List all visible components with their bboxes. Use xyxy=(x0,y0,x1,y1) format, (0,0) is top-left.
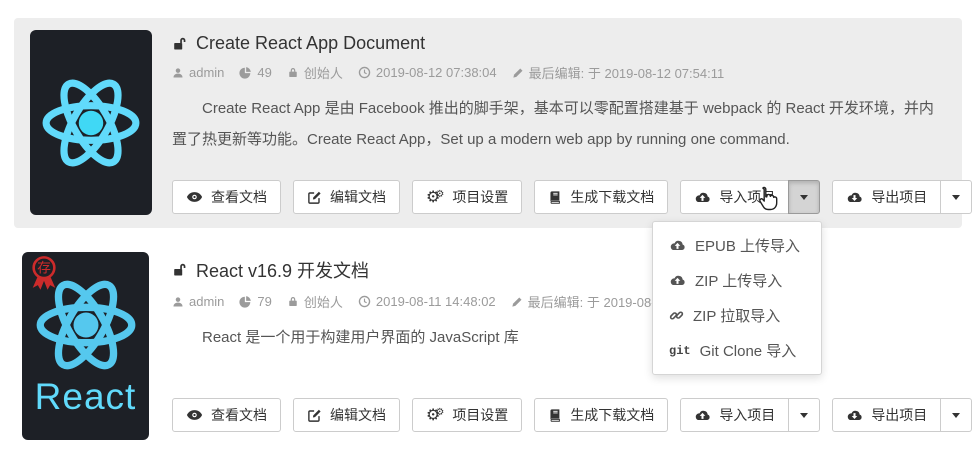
meta-views: 79 xyxy=(239,294,272,309)
edit-square-icon xyxy=(307,190,322,205)
react-logo-icon xyxy=(40,77,142,169)
project-cover[interactable]: 存 React xyxy=(22,252,149,440)
clock-icon xyxy=(358,295,371,308)
cloud-download-icon xyxy=(846,191,863,204)
book-icon xyxy=(548,408,562,423)
project-cover[interactable] xyxy=(30,30,152,215)
meta-author: admin xyxy=(172,65,224,80)
view-doc-button[interactable]: 查看文档 xyxy=(172,398,281,432)
gears-icon: ⚙ ⚙ xyxy=(426,187,445,206)
generate-download-button[interactable]: 生成下载文档 xyxy=(534,180,669,214)
project-actions: 查看文档 编辑文档 ⚙ ⚙ 项目设置 生成下载文档 导入项目 导出项目 xyxy=(172,398,973,432)
caret-down-icon xyxy=(952,194,961,200)
git-icon: git xyxy=(669,343,691,358)
project-actions: 查看文档 编辑文档 ⚙ ⚙ 项目设置 生成下载文档 导入项目 导出项目 xyxy=(172,180,973,214)
export-button-group: 导出项目 xyxy=(832,398,973,432)
cover-title-text: React xyxy=(34,375,137,417)
edit-doc-button[interactable]: 编辑文档 xyxy=(293,398,400,432)
import-project-button[interactable]: 导入项目 xyxy=(680,180,790,214)
caret-down-icon xyxy=(800,194,809,200)
cloud-upload-icon xyxy=(669,239,686,252)
cloud-upload-icon xyxy=(694,409,711,422)
import-button-group: 导入项目 xyxy=(680,398,821,432)
svg-text:存: 存 xyxy=(37,261,51,276)
export-project-button[interactable]: 导出项目 xyxy=(832,398,942,432)
import-dropdown-menu: EPUB 上传导入 ZIP 上传导入 ZIP 拉取导入 git Git Clon… xyxy=(652,221,822,375)
cloud-upload-icon xyxy=(669,274,686,287)
caret-down-icon xyxy=(952,412,961,418)
menu-item-zip-pull[interactable]: ZIP 拉取导入 xyxy=(653,298,821,333)
generate-download-button[interactable]: 生成下载文档 xyxy=(534,398,669,432)
view-doc-button[interactable]: 查看文档 xyxy=(172,180,281,214)
unlock-icon xyxy=(172,262,188,278)
project-meta: admin 49 创始人 2019-08-12 07:38:04 最后编辑: 于… xyxy=(172,63,942,82)
import-button-group: 导入项目 xyxy=(680,180,821,214)
meta-role: 创始人 xyxy=(287,63,343,82)
pie-chart-icon xyxy=(239,66,252,79)
export-project-button[interactable]: 导出项目 xyxy=(832,180,942,214)
meta-role: 创始人 xyxy=(287,292,343,311)
unlock-icon xyxy=(172,36,188,52)
project-settings-button[interactable]: ⚙ ⚙ 项目设置 xyxy=(412,180,523,214)
meta-created: 2019-08-12 07:38:04 xyxy=(358,65,497,80)
clock-icon xyxy=(358,66,371,79)
menu-item-git-clone[interactable]: git Git Clone 导入 xyxy=(653,333,821,368)
project-info: Create React App Document admin 49 创始人 2… xyxy=(172,33,942,155)
project-title[interactable]: Create React App Document xyxy=(196,33,425,54)
eye-icon xyxy=(186,409,203,421)
export-dropdown-toggle[interactable] xyxy=(940,398,973,432)
caret-down-icon xyxy=(800,412,809,418)
ribbon-badge-icon: 存 xyxy=(24,254,64,296)
book-icon xyxy=(548,190,562,205)
project-title[interactable]: React v16.9 开发文档 xyxy=(196,257,369,283)
project-settings-button[interactable]: ⚙ ⚙ 项目设置 xyxy=(412,398,523,432)
pencil-icon xyxy=(511,296,523,308)
user-icon xyxy=(172,296,184,308)
link-icon xyxy=(669,308,684,323)
edit-square-icon xyxy=(307,408,322,423)
project-meta: admin 79 创始人 2019-08-11 14:48:02 最后编辑: 于… xyxy=(172,292,942,311)
menu-item-epub-upload[interactable]: EPUB 上传导入 xyxy=(653,228,821,263)
project-description: Create React App 是由 Facebook 推出的脚手架，基本可以… xyxy=(172,100,934,148)
pie-chart-icon xyxy=(239,295,252,308)
user-icon xyxy=(172,67,184,79)
project-info: React v16.9 开发文档 admin 79 创始人 2019-08-11… xyxy=(172,257,942,353)
cloud-download-icon xyxy=(846,409,863,422)
import-dropdown-toggle[interactable] xyxy=(788,180,821,214)
import-dropdown-toggle[interactable] xyxy=(788,398,821,432)
edit-doc-button[interactable]: 编辑文档 xyxy=(293,180,400,214)
menu-item-zip-upload[interactable]: ZIP 上传导入 xyxy=(653,263,821,298)
project-title-row: React v16.9 开发文档 xyxy=(172,257,942,283)
lock-icon xyxy=(287,295,299,308)
cloud-upload-icon xyxy=(694,191,711,204)
import-project-button[interactable]: 导入项目 xyxy=(680,398,790,432)
lock-icon xyxy=(287,66,299,79)
gears-icon: ⚙ ⚙ xyxy=(426,405,445,424)
meta-author: admin xyxy=(172,294,224,309)
eye-icon xyxy=(186,191,203,203)
project-list-page: Create React App Document admin 49 创始人 2… xyxy=(0,0,977,451)
meta-views: 49 xyxy=(239,65,272,80)
export-dropdown-toggle[interactable] xyxy=(940,180,973,214)
meta-created: 2019-08-11 14:48:02 xyxy=(358,294,496,309)
meta-edited: 最后编辑: 于 2019-08-12 07:54:11 xyxy=(512,63,724,82)
pencil-icon xyxy=(512,67,524,79)
export-button-group: 导出项目 xyxy=(832,180,973,214)
project-title-row: Create React App Document xyxy=(172,33,942,54)
project-description: React 是一个用于构建用户界面的 JavaScript 库 xyxy=(202,329,519,346)
